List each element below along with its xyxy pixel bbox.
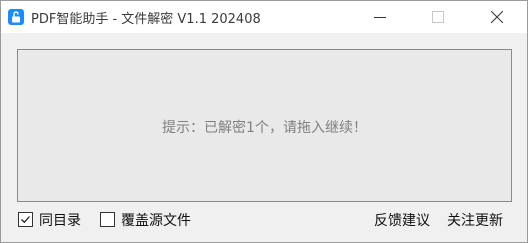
checkmark-icon [21, 216, 30, 224]
overwrite-source-label[interactable]: 覆盖源文件 [121, 210, 191, 230]
window-title: PDF智能助手 - 文件解密 V1.1 202408 [31, 12, 261, 27]
title-bar[interactable]: PDF智能助手 - 文件解密 V1.1 202408 [1, 1, 527, 33]
minimize-icon [374, 17, 386, 18]
maximize-icon [432, 11, 444, 23]
app-window: PDF智能助手 - 文件解密 V1.1 202408 提示：已解密1个，请拖入继… [0, 0, 528, 243]
file-drop-zone[interactable]: 提示：已解密1个，请拖入继续！ [17, 49, 512, 202]
close-button[interactable] [474, 1, 520, 33]
overwrite-source-checkbox[interactable] [100, 212, 115, 227]
close-icon [491, 11, 503, 23]
drop-hint-text: 提示：已解密1个，请拖入继续！ [162, 120, 367, 136]
follow-updates-link[interactable]: 关注更新 [447, 210, 503, 230]
same-directory-checkbox[interactable] [18, 212, 33, 227]
same-directory-label[interactable]: 同目录 [39, 210, 81, 230]
minimize-button[interactable] [357, 1, 403, 33]
maximize-button[interactable] [415, 1, 461, 33]
feedback-link[interactable]: 反馈建议 [374, 210, 430, 230]
unlock-icon [8, 9, 24, 25]
